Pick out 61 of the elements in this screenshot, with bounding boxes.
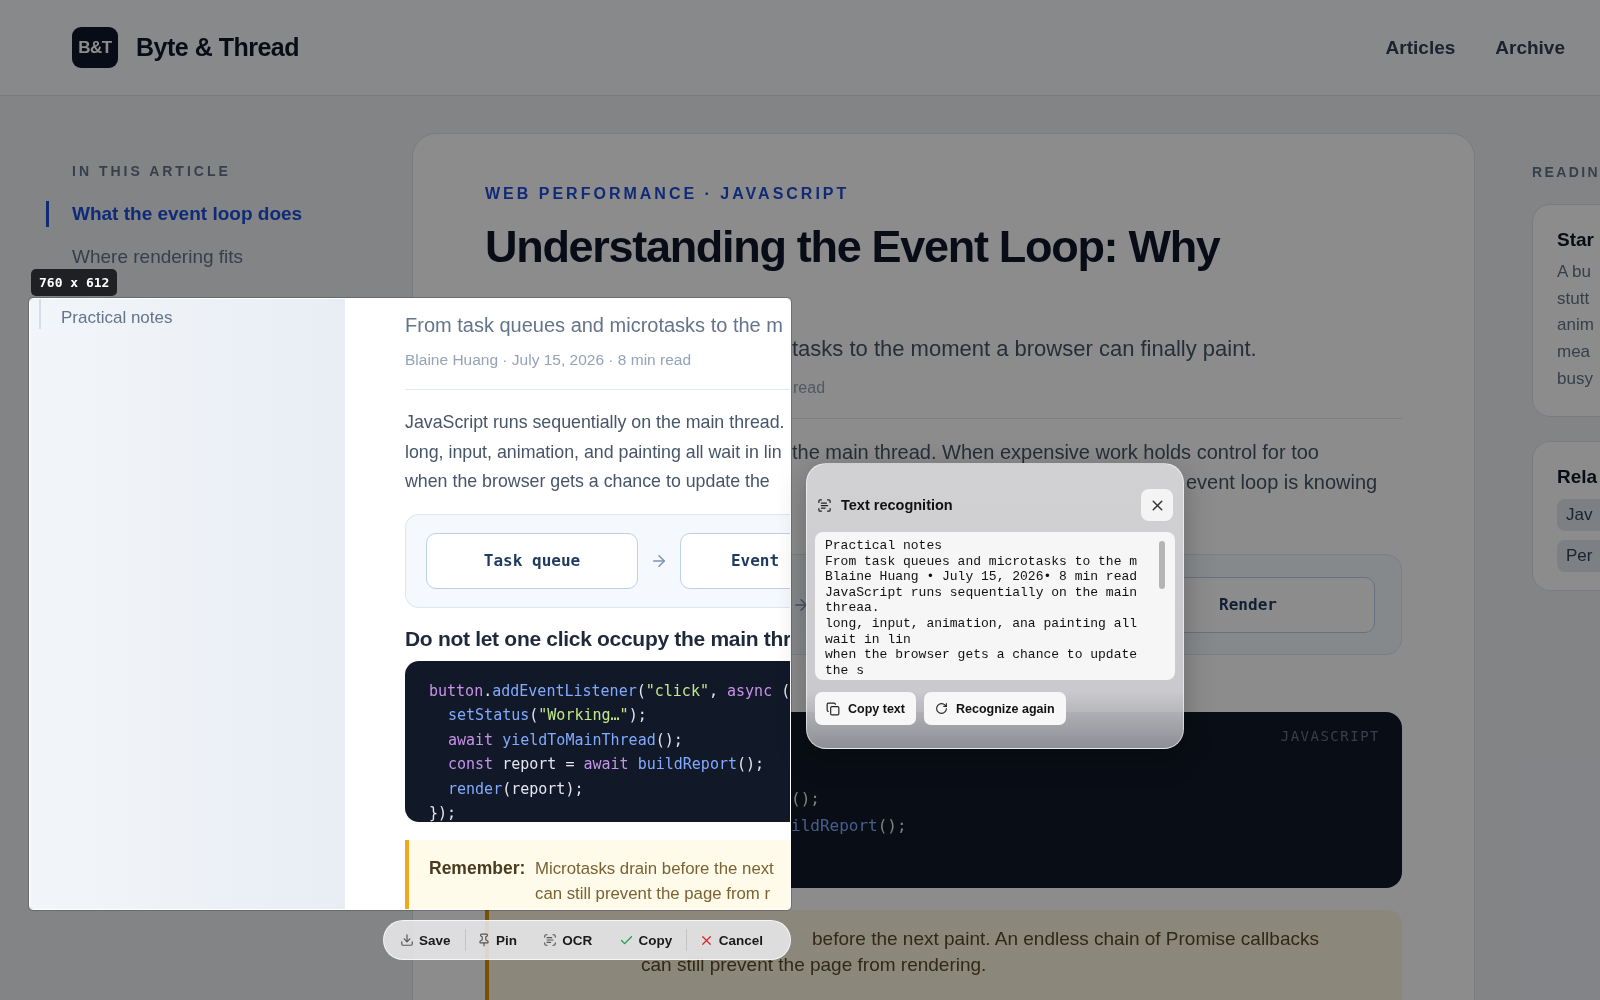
code-line: button.addEventListener("click", async ( bbox=[429, 680, 790, 702]
code-line: render(report); bbox=[447, 778, 585, 800]
section-heading: Do not let one click occupy the main thr bbox=[405, 625, 790, 652]
article-meta: read bbox=[793, 378, 827, 398]
callout-label: Remember: bbox=[429, 856, 527, 880]
toolbar-button[interactable]: Copy bbox=[618, 929, 688, 951]
scan-text-icon bbox=[543, 933, 558, 947]
nav-link[interactable]: Articles bbox=[1385, 36, 1456, 59]
callout-line: can still prevent the page from rendering. bbox=[641, 953, 988, 977]
card-text-line: stutt bbox=[1557, 287, 1591, 310]
toolbar-button[interactable]: Cancel bbox=[698, 929, 778, 951]
code-line: const report = await buildReport(); bbox=[447, 754, 766, 776]
close-button[interactable] bbox=[1141, 489, 1173, 521]
card-title: Rela bbox=[1557, 465, 1599, 489]
paragraph-line: JavaScript runs sequentially on the main thread. bbox=[405, 411, 786, 434]
refresh-icon bbox=[934, 702, 948, 715]
toolbar-button[interactable]: Pin bbox=[476, 929, 532, 951]
code-line: setStatus("Working…"); bbox=[447, 705, 648, 727]
article-meta: Blaine Huang · July 15, 2026 · 8 min read bbox=[405, 350, 693, 370]
recognize-button[interactable]: Recognize again bbox=[923, 692, 1066, 725]
flow-step: Task queue bbox=[426, 532, 638, 589]
code-line: (); bbox=[791, 788, 821, 810]
site-title[interactable]: Byte & Thread bbox=[136, 33, 299, 62]
scrollbar-thumb[interactable] bbox=[1159, 541, 1165, 589]
card-text-line: A bu bbox=[1557, 261, 1593, 283]
callout-line: can still prevent the page from r bbox=[535, 883, 772, 905]
card-text-line: mea bbox=[1557, 341, 1592, 364]
article-subtitle: tasks to the moment a browser can finally paint. bbox=[792, 335, 1258, 363]
card-text-line: busy bbox=[1557, 367, 1594, 390]
code-line: await yieldToMainThread(); bbox=[447, 729, 684, 751]
nav-link[interactable]: Archive bbox=[1495, 36, 1565, 59]
toc-heading: IN THIS ARTICLE bbox=[72, 163, 232, 179]
capture-selection[interactable] bbox=[29, 298, 791, 910]
toolbar-button[interactable]: OCR bbox=[543, 929, 608, 951]
code-line: }); bbox=[429, 803, 458, 822]
toolbar-button[interactable]: Save bbox=[400, 929, 466, 951]
copy-text-button[interactable]: Copy text bbox=[815, 692, 916, 725]
panel-title: Text recognition bbox=[841, 497, 953, 513]
tag[interactable]: Jav bbox=[1557, 499, 1600, 531]
paragraph-line: the main thread. When expensive work holds control for too bbox=[792, 440, 1320, 465]
article-category: WEB PERFORMANCE · JAVASCRIPT bbox=[485, 184, 851, 204]
site-logo[interactable]: B&T bbox=[72, 27, 118, 68]
sidebar-heading: READIN bbox=[1532, 164, 1600, 180]
download-icon bbox=[400, 933, 414, 947]
scan-text-icon bbox=[817, 497, 832, 513]
pin-icon bbox=[476, 933, 491, 947]
tag[interactable]: Per bbox=[1557, 540, 1600, 572]
code-line: ildReport(); bbox=[791, 815, 908, 837]
flow-step: Event bbox=[680, 532, 790, 589]
article-subtitle: From task queues and microtasks to the m bbox=[405, 313, 784, 338]
size-badge: 760 x 612 bbox=[31, 269, 118, 296]
card-title: Star bbox=[1557, 228, 1595, 252]
copy-icon bbox=[826, 701, 840, 716]
callout-line: before the next paint. An endless chain of Promise callbacks bbox=[812, 927, 1320, 951]
callout-line: Microtasks drain before the next bbox=[535, 857, 774, 880]
article-title: Understanding the Event Loop: Why bbox=[485, 221, 1222, 273]
paragraph-line: long, input, animation, and painting all wait in lin bbox=[405, 440, 783, 464]
paragraph-line: event loop is knowing bbox=[1186, 470, 1379, 495]
paragraph-line: when the browser gets a chance to update the bbox=[405, 470, 771, 493]
card-text-line: anim bbox=[1557, 314, 1595, 337]
ocr-text-field[interactable]: Practical notes From task queues and microtasks to the m Blaine Huang • July 15, 2026• 8 min read JavaScript runs sequentially on the main threaa. long, input, animation, ana painting all wait in lin when the browser gets a chance to update the s bbox=[815, 532, 1175, 680]
